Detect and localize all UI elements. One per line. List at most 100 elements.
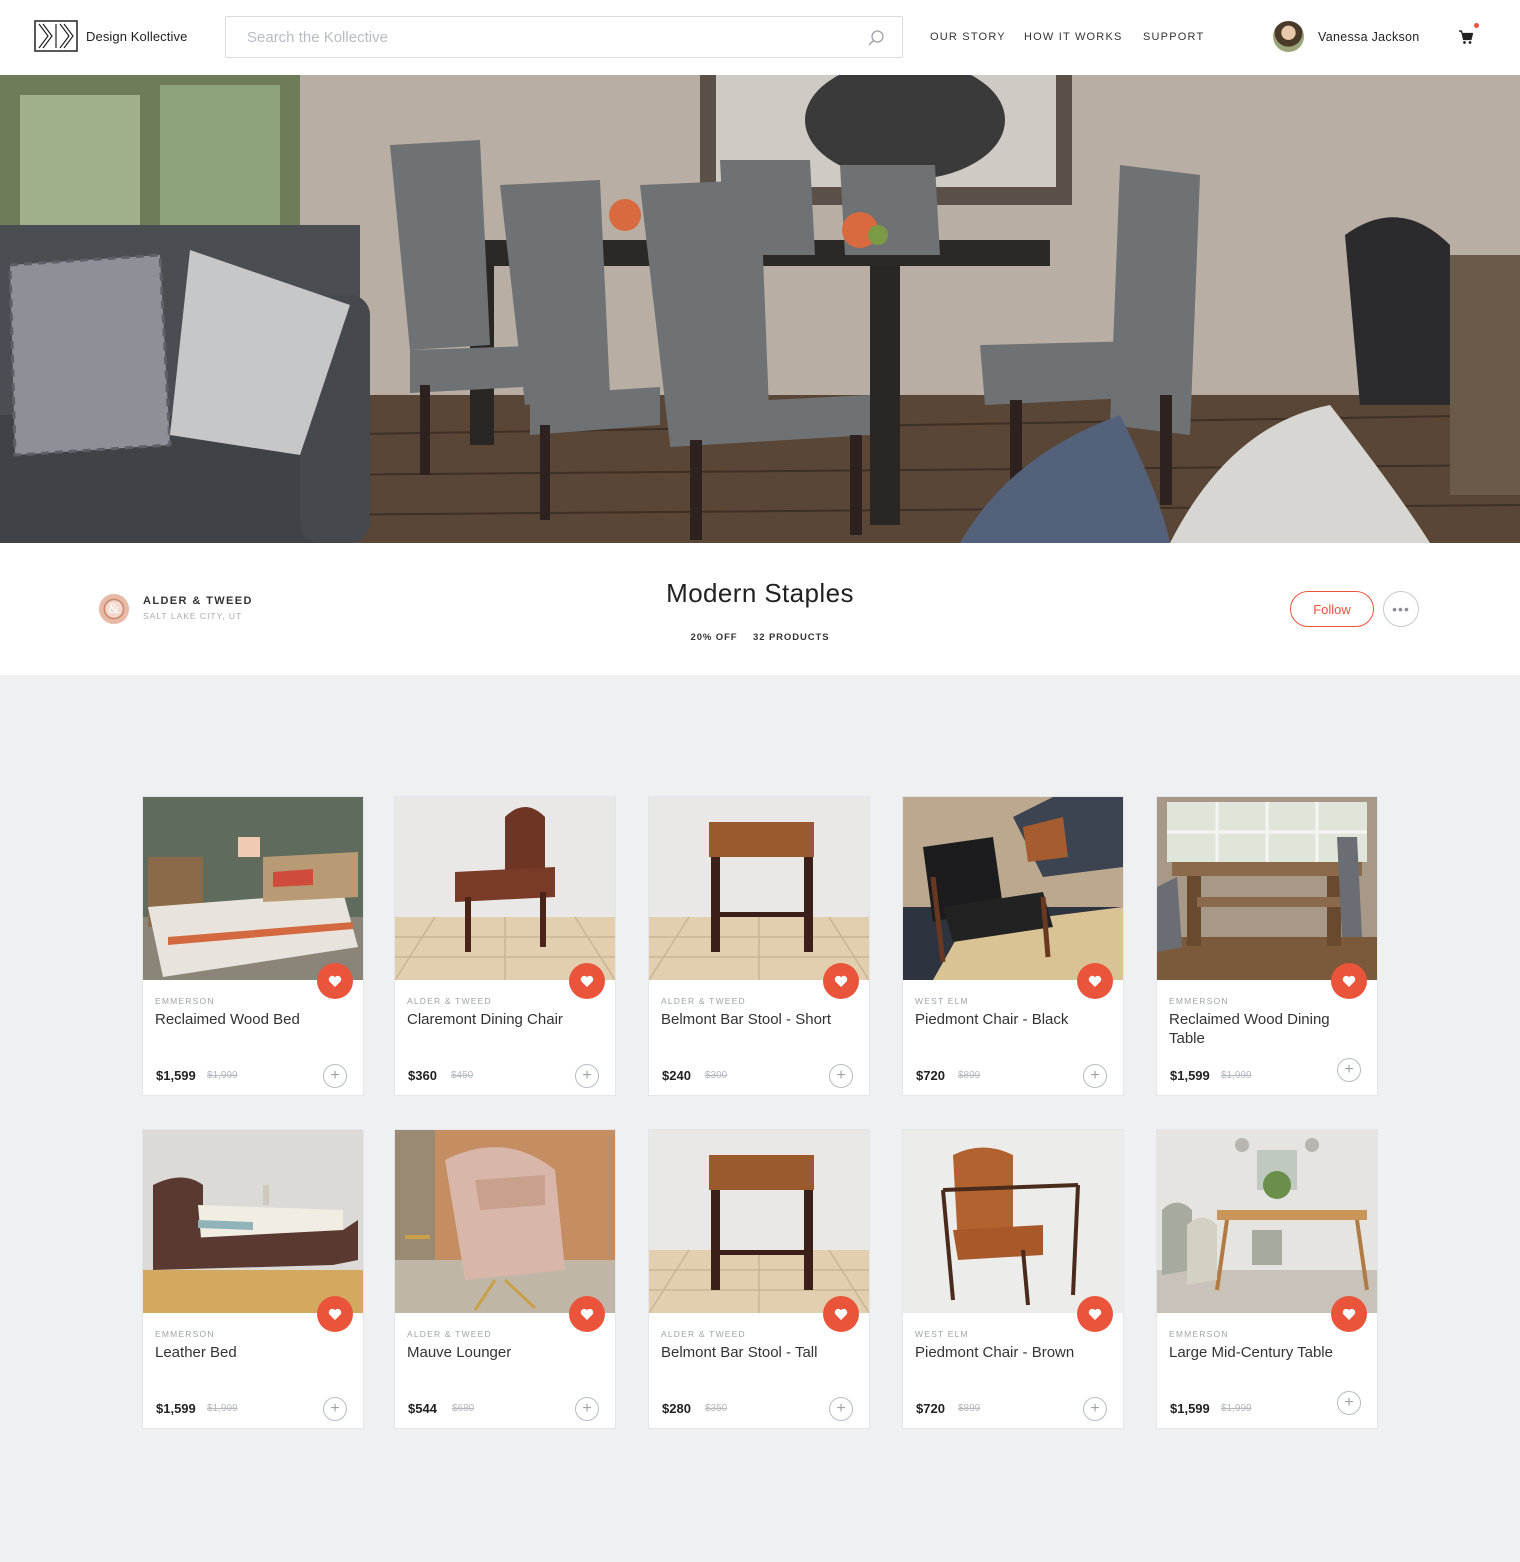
top-header: Design Kollective OUR STORY HOW IT WORKS… bbox=[0, 0, 1520, 75]
product-image[interactable] bbox=[649, 797, 869, 980]
product-image[interactable] bbox=[395, 797, 615, 980]
collection-header: & ALDER & TWEED SALT LAKE CITY, UT Moder… bbox=[0, 543, 1520, 675]
brand-logo[interactable]: Design Kollective bbox=[34, 20, 187, 52]
add-to-cart-button[interactable]: + bbox=[323, 1064, 347, 1088]
product-image[interactable] bbox=[395, 1130, 615, 1313]
heart-icon bbox=[1088, 975, 1102, 987]
product-price: $1,599 bbox=[156, 1401, 196, 1416]
heart-icon bbox=[834, 975, 848, 987]
product-vendor[interactable]: WEST ELM bbox=[915, 996, 969, 1006]
favorite-button[interactable] bbox=[317, 963, 353, 999]
product-old-price: $899 bbox=[958, 1070, 981, 1081]
follow-button[interactable]: Follow bbox=[1290, 591, 1374, 627]
product-image[interactable] bbox=[1157, 1130, 1377, 1313]
add-to-cart-button[interactable]: + bbox=[575, 1397, 599, 1421]
plus-icon: + bbox=[836, 1067, 846, 1084]
favorite-button[interactable] bbox=[1331, 1296, 1367, 1332]
add-to-cart-button[interactable]: + bbox=[829, 1397, 853, 1421]
product-card[interactable]: ALDER & TWEED Belmont Bar Stool - Tall $… bbox=[648, 1129, 870, 1429]
add-to-cart-button[interactable]: + bbox=[1083, 1397, 1107, 1421]
product-name[interactable]: Belmont Bar Stool - Tall bbox=[661, 1343, 851, 1362]
product-vendor[interactable]: EMMERSON bbox=[1169, 996, 1229, 1006]
nav-support[interactable]: SUPPORT bbox=[1143, 31, 1204, 43]
plus-icon: + bbox=[1090, 1400, 1100, 1417]
product-vendor[interactable]: ALDER & TWEED bbox=[661, 996, 746, 1006]
product-price: $240 bbox=[662, 1068, 691, 1083]
add-to-cart-button[interactable]: + bbox=[829, 1064, 853, 1088]
product-vendor[interactable]: EMMERSON bbox=[1169, 1329, 1229, 1339]
favorite-button[interactable] bbox=[569, 1296, 605, 1332]
user-menu[interactable]: Vanessa Jackson bbox=[1273, 21, 1420, 52]
product-price: $360 bbox=[408, 1068, 437, 1083]
product-image[interactable] bbox=[143, 1130, 363, 1313]
plus-icon: + bbox=[582, 1067, 592, 1084]
product-old-price: $899 bbox=[958, 1403, 981, 1414]
product-old-price: $450 bbox=[451, 1070, 474, 1081]
product-price: $1,599 bbox=[1170, 1401, 1210, 1416]
product-image[interactable] bbox=[649, 1130, 869, 1313]
heart-icon bbox=[834, 1308, 848, 1320]
product-image[interactable] bbox=[903, 1130, 1123, 1313]
plus-icon: + bbox=[836, 1400, 846, 1417]
favorite-button[interactable] bbox=[823, 1296, 859, 1332]
product-image[interactable] bbox=[1157, 797, 1377, 980]
product-old-price: $1,999 bbox=[207, 1403, 238, 1414]
product-name[interactable]: Reclaimed Wood Bed bbox=[155, 1010, 345, 1029]
product-old-price: $350 bbox=[705, 1403, 728, 1414]
product-vendor[interactable]: ALDER & TWEED bbox=[407, 996, 492, 1006]
nav-our-story[interactable]: OUR STORY bbox=[930, 31, 1006, 43]
more-options-button[interactable]: ••• bbox=[1383, 591, 1419, 627]
product-image[interactable] bbox=[143, 797, 363, 980]
nav-how-it-works[interactable]: HOW IT WORKS bbox=[1024, 31, 1123, 43]
favorite-button[interactable] bbox=[1077, 1296, 1113, 1332]
favorite-button[interactable] bbox=[569, 963, 605, 999]
product-vendor[interactable]: ALDER & TWEED bbox=[407, 1329, 492, 1339]
product-vendor[interactable]: ALDER & TWEED bbox=[661, 1329, 746, 1339]
product-old-price: $1,999 bbox=[1221, 1070, 1252, 1081]
product-card[interactable]: ALDER & TWEED Mauve Lounger $544 $680 + bbox=[394, 1129, 616, 1429]
favorite-button[interactable] bbox=[823, 963, 859, 999]
product-vendor[interactable]: EMMERSON bbox=[155, 1329, 215, 1339]
product-name[interactable]: Reclaimed Wood Dining Table bbox=[1169, 1010, 1359, 1048]
product-image[interactable] bbox=[903, 797, 1123, 980]
add-to-cart-button[interactable]: + bbox=[575, 1064, 599, 1088]
product-name[interactable]: Piedmont Chair - Black bbox=[915, 1010, 1105, 1029]
add-to-cart-button[interactable]: + bbox=[1337, 1391, 1361, 1415]
product-vendor[interactable]: EMMERSON bbox=[155, 996, 215, 1006]
product-card[interactable]: EMMERSON Leather Bed $1,599 $1,999 + bbox=[142, 1129, 364, 1429]
search-bar bbox=[225, 16, 903, 58]
plus-icon: + bbox=[1344, 1061, 1354, 1078]
product-name[interactable]: Leather Bed bbox=[155, 1343, 345, 1362]
add-to-cart-button[interactable]: + bbox=[1083, 1064, 1107, 1088]
add-to-cart-button[interactable]: + bbox=[1337, 1058, 1361, 1082]
product-price: $1,599 bbox=[156, 1068, 196, 1083]
heart-icon bbox=[328, 975, 342, 987]
collection-brand-location: SALT LAKE CITY, UT bbox=[143, 611, 243, 621]
product-card[interactable]: ALDER & TWEED Belmont Bar Stool - Short … bbox=[648, 796, 870, 1096]
product-card[interactable]: EMMERSON Large Mid-Century Table $1,599 … bbox=[1156, 1129, 1378, 1429]
favorite-button[interactable] bbox=[1331, 963, 1367, 999]
cart-icon[interactable] bbox=[1458, 29, 1474, 45]
product-card[interactable]: ALDER & TWEED Claremont Dining Chair $36… bbox=[394, 796, 616, 1096]
search-icon[interactable] bbox=[867, 29, 885, 47]
plus-icon: + bbox=[582, 1400, 592, 1417]
product-name[interactable]: Large Mid-Century Table bbox=[1169, 1343, 1359, 1362]
favorite-button[interactable] bbox=[317, 1296, 353, 1332]
plus-icon: + bbox=[330, 1400, 340, 1417]
product-name[interactable]: Mauve Lounger bbox=[407, 1343, 597, 1362]
product-name[interactable]: Piedmont Chair - Brown bbox=[915, 1343, 1105, 1362]
product-card[interactable]: EMMERSON Reclaimed Wood Dining Table $1,… bbox=[1156, 796, 1378, 1096]
add-to-cart-button[interactable]: + bbox=[323, 1397, 347, 1421]
product-price: $720 bbox=[916, 1401, 945, 1416]
cart-notification-dot bbox=[1474, 23, 1479, 28]
product-old-price: $300 bbox=[705, 1070, 728, 1081]
favorite-button[interactable] bbox=[1077, 963, 1113, 999]
product-card[interactable]: EMMERSON Reclaimed Wood Bed $1,599 $1,99… bbox=[142, 796, 364, 1096]
product-name[interactable]: Claremont Dining Chair bbox=[407, 1010, 597, 1029]
product-name[interactable]: Belmont Bar Stool - Short bbox=[661, 1010, 851, 1029]
collection-meta: 20% OFF 32 PRODUCTS bbox=[0, 632, 1520, 643]
product-card[interactable]: WEST ELM Piedmont Chair - Brown $720 $89… bbox=[902, 1129, 1124, 1429]
product-card[interactable]: WEST ELM Piedmont Chair - Black $720 $89… bbox=[902, 796, 1124, 1096]
product-vendor[interactable]: WEST ELM bbox=[915, 1329, 969, 1339]
search-input[interactable] bbox=[247, 28, 847, 46]
